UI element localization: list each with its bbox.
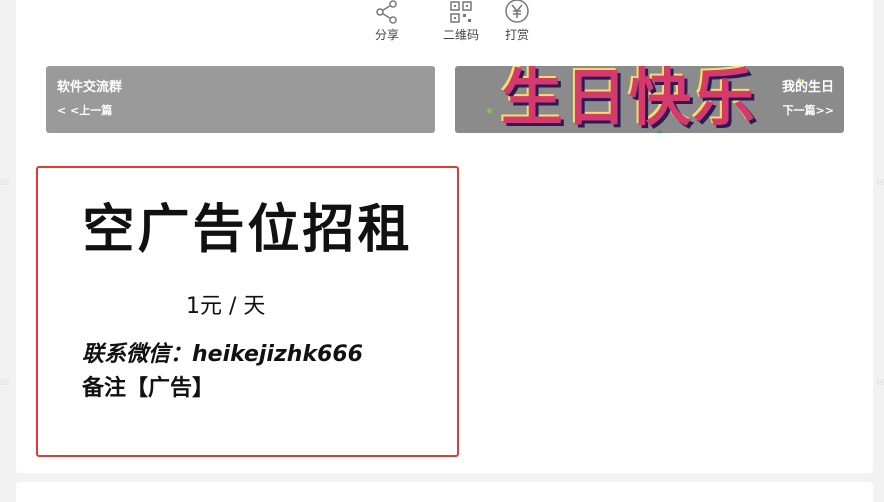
ad-note: 备注【广告】 bbox=[82, 376, 215, 401]
watermark-mark: ✉ bbox=[876, 176, 884, 189]
watermark-mark: ✉ bbox=[0, 376, 10, 389]
star-decoration: ★ bbox=[655, 128, 664, 133]
next-post-link[interactable]: 生日快乐 ★ ★ ★ 我的生日 下一篇>> bbox=[455, 66, 844, 133]
birthday-banner-image: 生日快乐 bbox=[501, 66, 758, 133]
next-section-card bbox=[16, 482, 873, 502]
prev-post-label: < <上一篇 bbox=[57, 104, 113, 117]
watermark-mark: ✉ bbox=[876, 376, 884, 389]
watermark-mark: ✉ bbox=[0, 176, 10, 189]
qrcode-icon bbox=[450, 1, 472, 23]
ad-contact: 联系微信：heikejizhk666 bbox=[82, 342, 363, 367]
share-label: 分享 bbox=[374, 28, 399, 42]
share-action[interactable]: 分享 bbox=[357, 0, 417, 42]
qrcode-action[interactable]: 二维码 bbox=[431, 0, 491, 42]
next-post-label: 下一篇>> bbox=[782, 104, 834, 117]
ad-price: 1元 / 天 bbox=[186, 294, 266, 319]
qrcode-label: 二维码 bbox=[442, 28, 479, 42]
prev-post-title: 软件交流群 bbox=[57, 80, 123, 95]
star-decoration: ★ bbox=[485, 106, 494, 117]
post-footer-card: 分享 二维码 打赏 软件交流群 < <上一篇 生日快乐 ★ ★ 我的生日 下一篇… bbox=[16, 0, 873, 473]
reward-action[interactable]: 打赏 bbox=[487, 0, 547, 42]
prev-post-link[interactable]: 软件交流群 < <上一篇 bbox=[46, 66, 435, 133]
ad-space-banner[interactable]: 空广告位招租 1元 / 天 联系微信：heikejizhk666 备注【广告】 bbox=[36, 166, 459, 457]
share-icon bbox=[376, 0, 397, 24]
reward-label: 打赏 bbox=[504, 28, 529, 42]
next-post-title: 我的生日 bbox=[781, 80, 834, 95]
post-actions: 分享 二维码 打赏 bbox=[16, 0, 873, 50]
ad-headline: 空广告位招租 bbox=[82, 200, 413, 260]
yen-icon bbox=[505, 0, 529, 23]
